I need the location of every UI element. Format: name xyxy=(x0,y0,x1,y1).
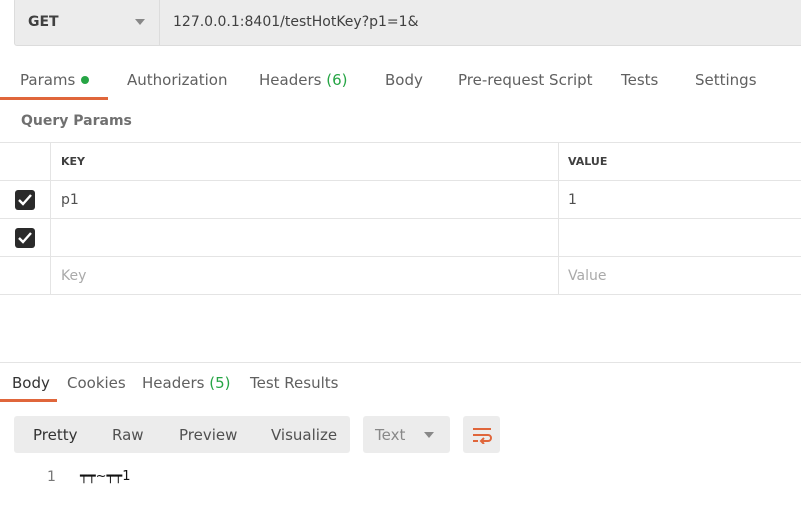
url-input[interactable]: 127.0.0.1:8401/testHotKey?p1=1& xyxy=(160,0,419,45)
chevron-down-icon xyxy=(135,19,145,25)
tab-label: Params xyxy=(20,71,76,89)
chevron-down-icon xyxy=(424,431,434,438)
row-checkbox[interactable] xyxy=(15,227,35,248)
table-row: p1 1 xyxy=(0,181,801,219)
tab-authorization[interactable]: Authorization xyxy=(127,71,227,89)
method-select[interactable]: GET xyxy=(15,0,160,45)
table-row-new: Key Value xyxy=(0,257,801,295)
table-row xyxy=(0,219,801,257)
key-input[interactable]: Key xyxy=(51,257,559,294)
check-icon xyxy=(18,231,32,244)
query-params-title: Query Params xyxy=(21,113,132,129)
tab-params[interactable]: Params xyxy=(20,71,90,89)
wrap-lines-button[interactable] xyxy=(463,416,500,453)
response-tab-test-results[interactable]: Test Results xyxy=(250,374,338,392)
tab-body[interactable]: Body xyxy=(385,71,423,89)
headers-count: (5) xyxy=(209,374,231,392)
format-label: Text xyxy=(375,425,406,444)
tab-label: Headers xyxy=(259,71,322,89)
method-label: GET xyxy=(28,14,59,30)
tab-tests[interactable]: Tests xyxy=(621,71,658,89)
params-table: KEY VALUE p1 1 Key Value xyxy=(0,142,801,295)
value-cell[interactable]: 1 xyxy=(559,181,801,218)
active-tab-underline xyxy=(0,399,57,402)
check-icon xyxy=(18,193,32,206)
row-checkbox[interactable] xyxy=(15,189,35,210)
tab-pre-request-script[interactable]: Pre-request Script xyxy=(458,71,593,89)
tab-settings[interactable]: Settings xyxy=(695,71,757,89)
column-key: KEY xyxy=(51,143,559,180)
value-cell[interactable] xyxy=(559,219,801,256)
headers-count: (6) xyxy=(326,71,348,89)
response-tab-cookies[interactable]: Cookies xyxy=(67,374,126,392)
key-cell[interactable] xyxy=(51,219,559,256)
view-mode-group: Pretty Raw Preview Visualize xyxy=(14,416,350,453)
url-bar: GET 127.0.0.1:8401/testHotKey?p1=1& xyxy=(14,0,801,46)
key-cell[interactable]: p1 xyxy=(51,181,559,218)
column-value: VALUE xyxy=(568,155,608,168)
value-input[interactable]: Value xyxy=(559,257,801,294)
response-tab-body[interactable]: Body xyxy=(12,374,50,392)
response-tab-headers[interactable]: Headers (5) xyxy=(142,374,230,392)
view-pretty[interactable]: Pretty xyxy=(33,426,78,444)
tab-headers[interactable]: Headers (6) xyxy=(259,71,347,89)
active-dot-icon xyxy=(81,76,90,84)
view-preview[interactable]: Preview xyxy=(179,426,237,444)
table-header: KEY VALUE xyxy=(0,143,801,181)
divider xyxy=(0,362,801,363)
view-raw[interactable]: Raw xyxy=(112,426,144,444)
wrap-icon xyxy=(472,427,492,444)
view-visualize[interactable]: Visualize xyxy=(271,426,337,444)
format-select[interactable]: Text xyxy=(363,416,450,453)
response-body-line: ┯┯~┯┯1 xyxy=(80,469,131,484)
line-number: 1 xyxy=(47,469,56,485)
tab-label: Headers xyxy=(142,374,205,392)
active-tab-underline xyxy=(0,97,108,100)
